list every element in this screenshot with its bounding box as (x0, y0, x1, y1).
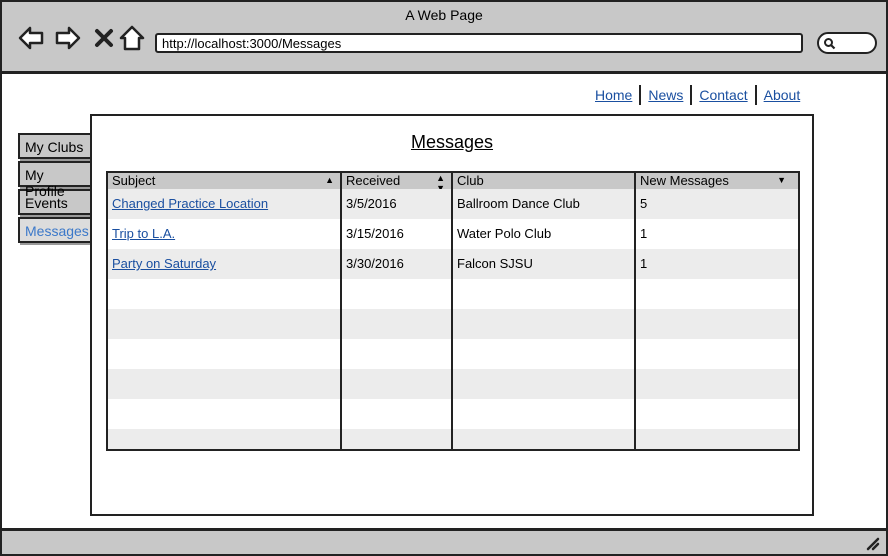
received-cell: 3/30/2016 (346, 256, 404, 271)
tab-my-profile[interactable]: My Profile (18, 161, 90, 199)
browser-window: A Web Page http://localhost:3000/Message… (0, 0, 888, 556)
new-messages-cell: 5 (640, 196, 648, 211)
status-bar (2, 528, 886, 554)
column-header-subject[interactable]: Subject ▲ (108, 173, 340, 189)
search-icon (824, 38, 836, 50)
new-messages-cell: 1 (640, 226, 648, 241)
page-title: Messages (410, 132, 494, 152)
table-row[interactable]: Changed Practice Location 3/5/2016 Ballr… (108, 189, 798, 219)
empty-row (108, 399, 798, 429)
column-header-received[interactable]: Received ▲ ▼ (342, 173, 451, 193)
top-navigation: Home News Contact About (588, 84, 807, 106)
back-arrow-icon[interactable] (17, 24, 45, 52)
stop-x-icon[interactable] (90, 24, 118, 52)
received-cell: 3/15/2016 (346, 226, 404, 241)
forward-arrow-icon[interactable] (54, 24, 82, 52)
column-divider[interactable] (340, 173, 342, 449)
nav-link-contact[interactable]: Contact (692, 85, 754, 105)
column-header-club[interactable]: Club (453, 173, 634, 189)
messages-table: Subject ▲ Received ▲ ▼ Club New Messages … (106, 171, 800, 451)
column-header-new-messages[interactable]: New Messages ▼ (636, 173, 798, 189)
subject-cell[interactable]: Party on Saturday (108, 249, 216, 279)
tab-messages[interactable]: Messages (18, 217, 90, 243)
nav-link-home[interactable]: Home (588, 85, 639, 105)
nav-link-about[interactable]: About (757, 85, 808, 105)
table-row[interactable]: Trip to L.A. 3/15/2016 Water Polo Club 1 (108, 219, 798, 249)
window-title: A Web Page (405, 7, 483, 23)
table-header: Subject ▲ Received ▲ ▼ Club New Messages … (108, 173, 798, 193)
dropdown-icon[interactable]: ▼ (777, 175, 786, 185)
column-divider[interactable] (634, 173, 636, 449)
subject-link[interactable]: Changed Practice Location (112, 196, 268, 211)
content-panel: Messages Subject ▲ Received ▲ ▼ Club New … (90, 114, 814, 516)
subject-link[interactable]: Trip to L.A. (112, 226, 175, 241)
nav-link-news[interactable]: News (641, 85, 690, 105)
subject-cell[interactable]: Trip to L.A. (108, 219, 175, 249)
club-cell: Falcon SJSU (457, 256, 533, 271)
empty-row (108, 279, 798, 309)
column-header-label: Club (457, 173, 484, 188)
column-header-label: New Messages (640, 173, 729, 188)
subject-cell[interactable]: Changed Practice Location (108, 189, 268, 219)
subject-link[interactable]: Party on Saturday (112, 256, 216, 271)
home-icon[interactable] (118, 24, 146, 52)
received-cell: 3/5/2016 (346, 196, 397, 211)
side-tab-bar: My Clubs My Profile Events Messages (18, 133, 90, 245)
resize-grip-icon[interactable] (864, 535, 880, 551)
tab-my-clubs[interactable]: My Clubs (18, 133, 90, 159)
column-header-label: Received (346, 173, 401, 188)
empty-row (108, 309, 798, 339)
table-row[interactable]: Party on Saturday 3/30/2016 Falcon SJSU … (108, 249, 798, 279)
column-divider[interactable] (451, 173, 453, 449)
club-cell: Ballroom Dance Club (457, 196, 580, 211)
url-input[interactable]: http://localhost:3000/Messages (155, 33, 803, 53)
empty-row (108, 369, 798, 399)
sort-asc-icon[interactable]: ▲ (325, 175, 334, 185)
new-messages-cell: 1 (640, 256, 648, 271)
empty-row (108, 339, 798, 369)
browser-search-field[interactable] (817, 32, 877, 54)
empty-row (108, 429, 798, 449)
column-header-label: Subject (112, 173, 156, 188)
browser-chrome: A Web Page http://localhost:3000/Message… (2, 2, 886, 74)
club-cell: Water Polo Club (457, 226, 552, 241)
